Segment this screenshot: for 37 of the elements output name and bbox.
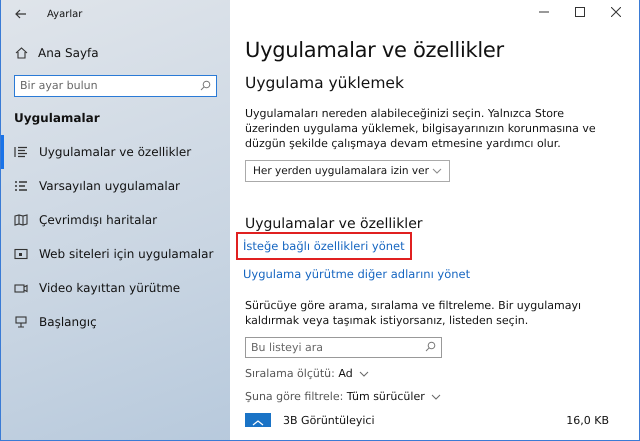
filter-dropdown[interactable]: Şuna göre filtrele: Tüm sürücüler [245,390,629,403]
chevron-down-icon [430,394,441,400]
window-icon [14,248,28,260]
list-icon [14,180,28,192]
section-heading: Uygulamalar ve özellikler [245,216,424,232]
sidebar-item[interactable]: Video kayıttan yürütme [1,271,230,305]
map-icon [14,214,28,226]
sidebar-item[interactable]: Web siteleri için uygulamalar [1,237,230,271]
search-icon [200,80,211,90]
settings-search-field[interactable]: Bir ayar bulun [14,74,217,96]
sidebar-item[interactable]: Çevrimdışı haritalar [1,203,230,237]
home-icon [15,47,28,59]
link[interactable]: İsteğe bağlı özellikleri yönet [236,232,412,260]
monitor-icon [14,316,28,328]
section-heading: Uygulama yüklemek [245,74,405,92]
chevron-down-icon [358,370,369,376]
maximize-icon[interactable] [575,7,585,17]
description-text: Uygulamaları nereden alabileceğinizi seçin. Yalnızca Store üzerinden uygulama yüklemek, bilgisayarınızın korunmasına ve düzgün şekilde çalışmaya devam etmesine yardımcı olur. [245,106,597,151]
page-title: Uygulamalar ve özellikler [245,38,506,62]
app-tile-icon [245,413,271,427]
list-search-field[interactable]: Bu listeyi ara [245,337,442,358]
section-heading: Uygulamalar [13,111,101,125]
back-arrow-icon[interactable] [15,9,27,19]
home-link[interactable]: Ana Sayfa [1,46,230,60]
source-dropdown[interactable]: Her yerden uygulamalara izin ver [245,160,450,182]
chevron-down-icon [432,168,442,174]
link[interactable]: Uygulama yürütme diğer adlarını yönet [236,260,478,288]
window-title: Ayarlar [47,8,82,20]
description-text: Sürücüye göre arama, sıralama ve filtreleme. Bir uygulamayı kaldırmak veya taşımak istiyorsanız, listeden seçin. [245,298,582,328]
search-icon [425,341,436,352]
app-list-item[interactable]: 3B Görüntüleyici 16,0 KB [245,413,629,427]
sidebar-item[interactable]: Başlangıç [1,305,230,339]
sort-dropdown[interactable]: Sıralama ölçütü: Ad [245,367,629,380]
list-icon [14,146,28,158]
close-icon[interactable] [611,7,621,17]
video-icon [14,282,28,294]
sidebar-item[interactable]: Varsayılan uygulamalar [1,169,230,203]
